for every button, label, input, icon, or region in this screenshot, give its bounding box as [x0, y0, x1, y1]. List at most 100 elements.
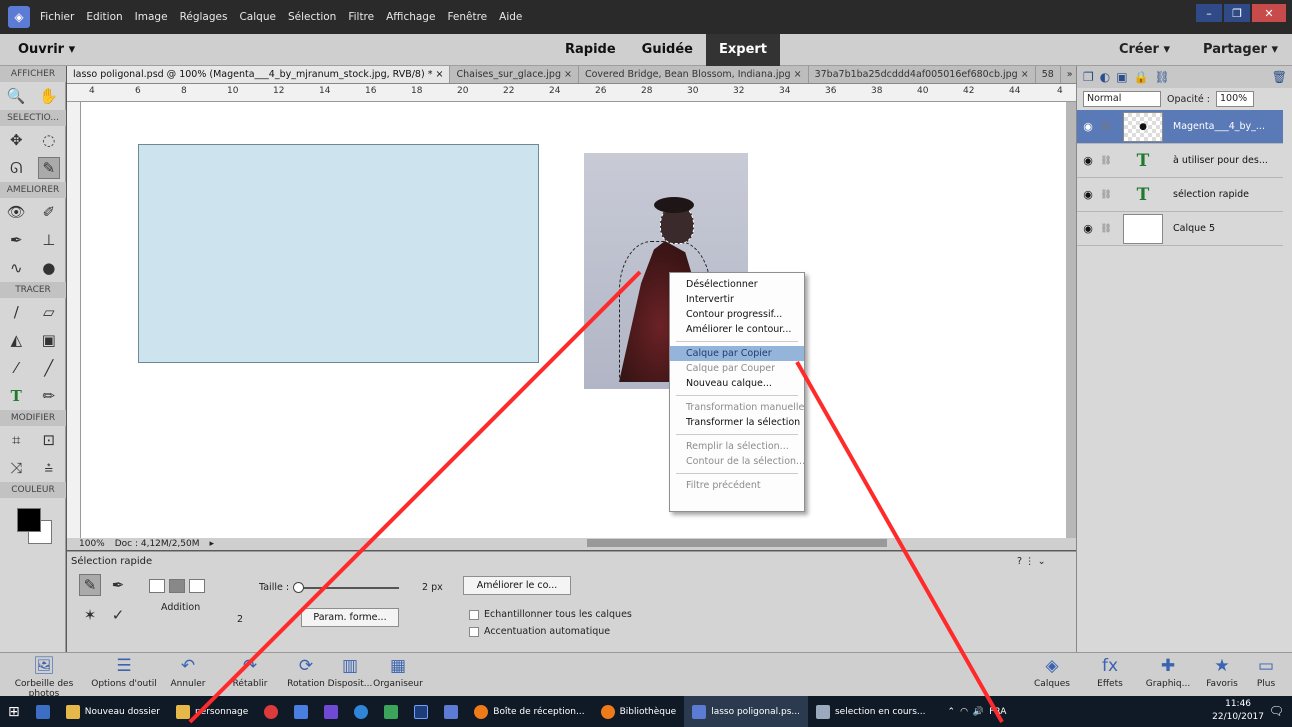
- straighten-tool-icon[interactable]: ⩮: [38, 457, 60, 479]
- menu-item-transform-selection[interactable]: Transformer la sélection: [670, 415, 804, 430]
- eyedropper-icon[interactable]: ⁄: [5, 357, 27, 379]
- menu-edition[interactable]: Edition: [86, 11, 122, 23]
- status-menu-icon[interactable]: ▸: [210, 539, 215, 549]
- eye-icon[interactable]: ◉: [1077, 222, 1099, 235]
- pencil-tool-icon[interactable]: ✏: [38, 385, 60, 407]
- tab-rapide[interactable]: Rapide: [552, 34, 629, 66]
- taskbar-app[interactable]: [256, 696, 286, 727]
- doc-tab-active[interactable]: lasso poligonal.psd @ 100% (Magenta___4_…: [67, 66, 451, 83]
- subtract-selection-icon[interactable]: [189, 579, 205, 593]
- content-move-icon[interactable]: ⤨: [5, 457, 27, 479]
- quick-select-mode-icon[interactable]: ✎: [79, 574, 101, 596]
- brush-select-mode-icon[interactable]: ✒: [107, 574, 129, 596]
- auto-enhance-checkbox[interactable]: [469, 627, 479, 637]
- size-slider[interactable]: [295, 587, 399, 589]
- lock-icon[interactable]: 🔒: [1134, 70, 1149, 84]
- menu-item-new-layer[interactable]: Nouveau calque...: [670, 376, 804, 391]
- paint-bucket-icon[interactable]: ◭: [5, 329, 27, 351]
- menu-fichier[interactable]: Fichier: [40, 11, 74, 23]
- sponge-tool-icon[interactable]: ●: [38, 257, 60, 279]
- horizontal-scrollbar[interactable]: [587, 539, 887, 547]
- smart-brush-icon[interactable]: ✒: [5, 229, 27, 251]
- layer-row[interactable]: ◉ ⛓ T à utiliser pour des...: [1077, 144, 1283, 178]
- foreground-color-swatch[interactable]: [17, 508, 41, 532]
- crop-tool-icon[interactable]: ⌗: [5, 429, 27, 451]
- line-tool-icon[interactable]: ╱: [38, 357, 60, 379]
- close-icon[interactable]: ×: [436, 69, 444, 80]
- doc-tab[interactable]: 37ba7b1ba25dcddd4af005016ef680cb.jpg ×: [809, 66, 1036, 83]
- menu-reglages[interactable]: Réglages: [180, 11, 228, 23]
- menu-item-fill-selection[interactable]: Remplir la sélection...: [670, 439, 804, 454]
- tab-expert[interactable]: Expert: [706, 34, 781, 66]
- taskbar-app[interactable]: [406, 696, 436, 727]
- gradient-tool-icon[interactable]: ▣: [38, 329, 60, 351]
- quick-select-icon[interactable]: ✎: [37, 157, 60, 179]
- doc-tab[interactable]: Chaises_sur_glace.jpg ×: [450, 66, 579, 83]
- red-eye-icon[interactable]: 👁: [5, 201, 27, 223]
- brush-settings-button[interactable]: Param. forme...: [301, 608, 399, 627]
- link-icon[interactable]: ⛓: [1099, 224, 1113, 234]
- open-button[interactable]: Ouvrir ▾: [18, 42, 75, 57]
- layers-button[interactable]: ◈ Calques: [1026, 653, 1078, 689]
- link-icon[interactable]: ⛓: [1099, 156, 1113, 166]
- create-button[interactable]: Créer ▾: [1119, 42, 1170, 57]
- document-canvas[interactable]: [81, 102, 1066, 538]
- blur-tool-icon[interactable]: ∿: [5, 257, 27, 279]
- menu-fenetre[interactable]: Fenêtre: [447, 11, 487, 23]
- minimize-icon[interactable]: –: [1196, 4, 1222, 22]
- taskbar-item-active[interactable]: lasso poligonal.ps...: [684, 696, 808, 727]
- eye-icon[interactable]: ◉: [1077, 188, 1099, 201]
- new-selection-icon[interactable]: [149, 579, 165, 593]
- effects-button[interactable]: fx Effets: [1084, 653, 1136, 689]
- taskbar-app[interactable]: [376, 696, 406, 727]
- mask-icon[interactable]: ▣: [1116, 70, 1127, 84]
- organizer-button[interactable]: ▦ Organiseur: [360, 653, 436, 689]
- opacity-field[interactable]: 100%: [1215, 91, 1254, 107]
- more-button[interactable]: ▭ Plus: [1242, 653, 1290, 689]
- menu-image[interactable]: Image: [135, 11, 168, 23]
- taskbar-item[interactable]: Boîte de réception...: [466, 696, 592, 727]
- close-icon[interactable]: ×: [794, 69, 802, 80]
- graphics-button[interactable]: ✚ Graphiq...: [1140, 653, 1196, 689]
- menu-item-layer-via-copy[interactable]: Calque par Copier: [670, 346, 804, 361]
- taskbar-item[interactable]: Nouveau dossier: [58, 696, 168, 727]
- start-button[interactable]: ⊞: [0, 696, 28, 727]
- close-icon[interactable]: ✕: [1252, 4, 1286, 22]
- eye-icon[interactable]: ◉: [1077, 154, 1099, 167]
- menu-aide[interactable]: Aide: [499, 11, 522, 23]
- blend-mode-select[interactable]: Normal: [1083, 91, 1161, 107]
- move-tool-icon[interactable]: ✥: [5, 129, 27, 151]
- menu-calque[interactable]: Calque: [239, 11, 275, 23]
- restore-icon[interactable]: ❐: [1224, 4, 1250, 22]
- zoom-level[interactable]: 100%: [79, 539, 105, 549]
- menu-filtre[interactable]: Filtre: [348, 11, 374, 23]
- taskbar-app[interactable]: [346, 696, 376, 727]
- menu-item-invert[interactable]: Intervertir: [670, 292, 804, 307]
- link-icon[interactable]: ⛓: [1099, 122, 1113, 132]
- eraser-tool-icon[interactable]: ▱: [38, 301, 60, 323]
- zoom-tool-icon[interactable]: 🔍: [5, 85, 27, 107]
- add-selection-icon[interactable]: [169, 579, 185, 593]
- brush-tool-icon[interactable]: ∕: [5, 301, 27, 323]
- system-tray[interactable]: ⌃ ◠ 🔊 FRA: [940, 696, 1015, 727]
- taskbar-app[interactable]: [316, 696, 346, 727]
- new-layer-icon[interactable]: ❐: [1083, 70, 1094, 84]
- notification-icon[interactable]: 🗨: [1269, 704, 1284, 718]
- menu-item-free-transform[interactable]: Transformation manuelle: [670, 400, 804, 415]
- lasso-tool-icon[interactable]: ᘏ: [5, 157, 27, 179]
- link-layers-icon[interactable]: ⛓: [1155, 70, 1170, 84]
- taskbar-item[interactable]: Bibliothèque: [593, 696, 685, 727]
- doc-tab-overflow[interactable]: 58: [1036, 66, 1061, 83]
- taskbar-item[interactable]: personnage: [168, 696, 256, 727]
- taskbar-item[interactable]: selection en cours...: [808, 696, 934, 727]
- favorites-button[interactable]: ★ Favoris: [1198, 653, 1246, 689]
- spot-healing-icon[interactable]: ✐: [38, 201, 60, 223]
- tab-guidee[interactable]: Guidée: [629, 34, 706, 66]
- recompose-tool-icon[interactable]: ⊡: [38, 429, 60, 451]
- layer-row[interactable]: ◉ ⛓ ● Magenta___4_by_...: [1077, 110, 1283, 144]
- menu-affichage[interactable]: Affichage: [386, 11, 435, 23]
- photo-bin-button[interactable]: 🖼 Corbeille des photos: [6, 653, 82, 699]
- taskbar-app[interactable]: [436, 696, 466, 727]
- menu-selection[interactable]: Sélection: [288, 11, 336, 23]
- menu-item-deselect[interactable]: Désélectionner: [670, 277, 804, 292]
